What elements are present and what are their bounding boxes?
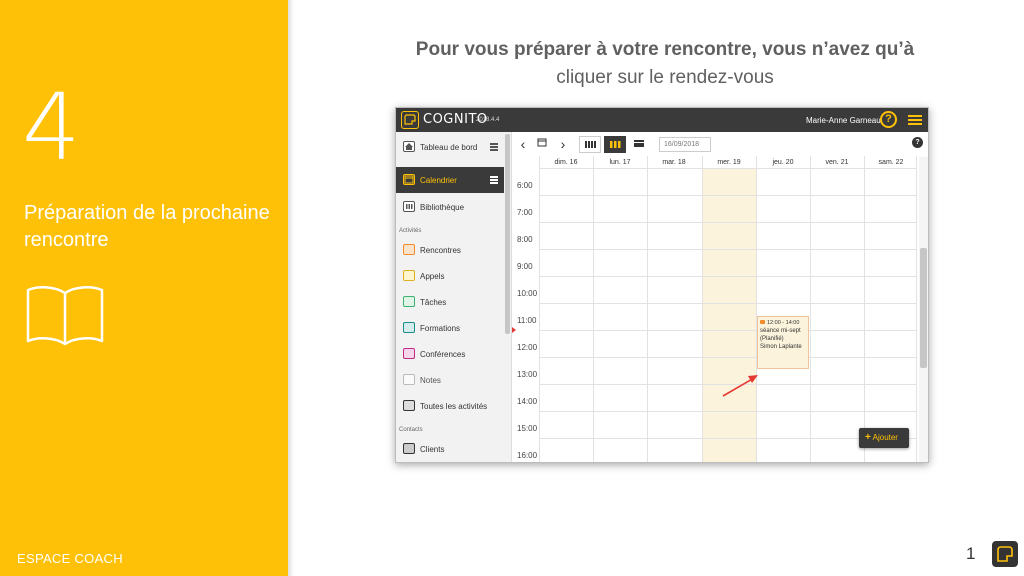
page-number: 1 [966, 544, 976, 563]
open-book-icon [26, 286, 104, 346]
pointer-arrow-icon [722, 375, 758, 397]
step-title: Préparation de la prochaine rencontre [24, 202, 270, 251]
footer-brand: ESPACE COACH [17, 551, 123, 566]
step-number: 4 [22, 74, 81, 181]
left-panel: 4 Préparation de la prochaine rencontre … [0, 0, 288, 576]
cognito-logo-icon [992, 541, 1018, 567]
panel-shadow [288, 0, 294, 576]
slide: 4 Préparation de la prochaine rencontre … [0, 0, 1024, 576]
headline: Pour vous préparer à votre rencontre, vo… [300, 38, 1024, 94]
headline-bold: Pour vous préparer à votre rencontre, vo… [415, 39, 915, 60]
app-screenshot: COGNITO 2018.4.4 Marie-Anne Garneau ? Ta… [395, 107, 929, 463]
headline-light: cliquer sur le rendez-vous [556, 67, 774, 88]
